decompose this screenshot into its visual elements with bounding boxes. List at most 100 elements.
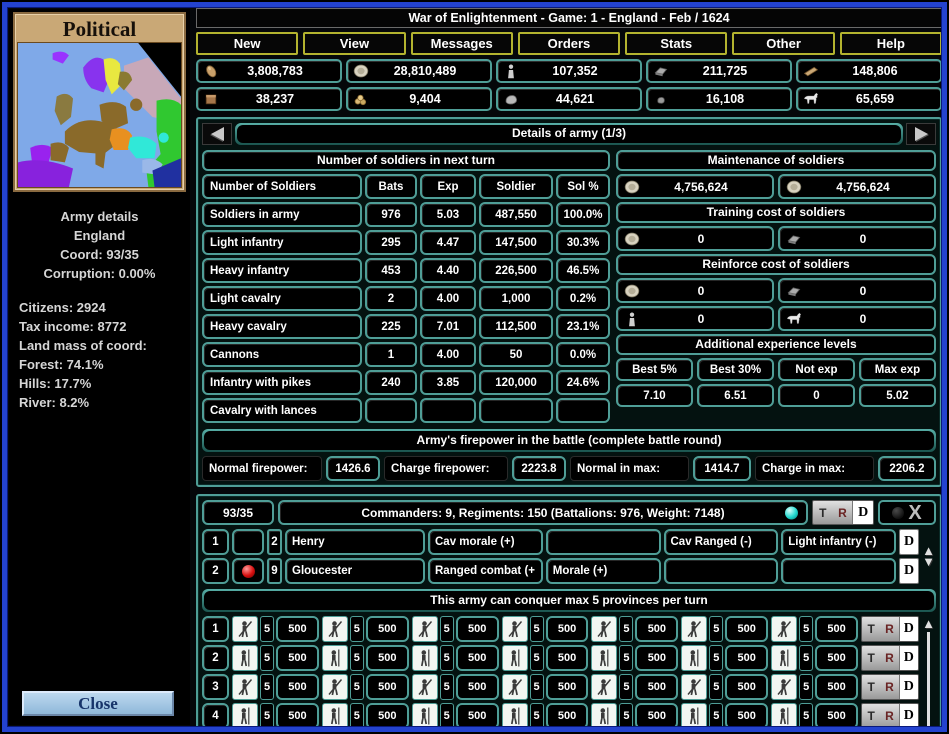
resource-coins: 9,404 xyxy=(346,87,492,111)
scroll-down-icon[interactable]: ▼ xyxy=(922,557,935,567)
scroll-track[interactable] xyxy=(927,632,930,734)
commander-detail-button[interactable]: D xyxy=(899,529,919,555)
charge-firepower-label: Charge firepower: xyxy=(384,456,508,481)
disband-button[interactable]: D xyxy=(899,704,918,728)
commander-row[interactable]: 1 2 Henry Cav morale (+) Cav Ranged (-) … xyxy=(202,529,919,555)
musketeer-icon[interactable] xyxy=(771,674,797,700)
gold-coin-icon xyxy=(618,178,646,196)
close-panel-button[interactable]: X xyxy=(878,500,936,525)
close-button[interactable]: Close xyxy=(22,691,174,716)
musketeer-icon[interactable] xyxy=(681,616,707,642)
musketeer-icon[interactable] xyxy=(591,616,617,642)
regiment-scrollbar[interactable]: ▲▼ xyxy=(921,616,936,734)
pikeman-icon[interactable] xyxy=(591,703,617,729)
commander-marker-cell[interactable] xyxy=(232,558,264,584)
regiment-slot: 5500 xyxy=(591,674,678,700)
commander-modifier xyxy=(781,558,896,584)
regiment-slot: 5500 xyxy=(502,703,589,729)
menu-stats-button[interactable]: Stats xyxy=(625,32,727,55)
reinforce-button[interactable]: R xyxy=(880,704,898,728)
gold-coin-icon xyxy=(348,62,374,80)
musketeer-icon[interactable] xyxy=(591,674,617,700)
menu-other-button[interactable]: Other xyxy=(732,32,834,55)
details-panel: Details of army (1/3) Number of soldiers… xyxy=(196,117,942,487)
normal-in-max-value: 1414.7 xyxy=(693,456,751,481)
pikeman-icon[interactable] xyxy=(232,703,258,729)
commander-detail-button[interactable]: D xyxy=(899,558,919,584)
coord-button[interactable]: 93/35 xyxy=(202,500,274,525)
reinforce-button[interactable]: R xyxy=(880,617,898,641)
regiment-slot: 5500 xyxy=(681,674,768,700)
musketeer-icon[interactable] xyxy=(412,674,438,700)
pikeman-icon[interactable] xyxy=(322,645,348,671)
musketeer-icon[interactable] xyxy=(771,616,797,642)
exp-value: 7.10 xyxy=(616,384,693,407)
exp-header: Max exp xyxy=(859,358,936,381)
musketeer-icon[interactable] xyxy=(681,674,707,700)
commander-name[interactable]: Gloucester xyxy=(285,558,425,584)
gold-coin-icon xyxy=(780,178,808,196)
reinforce-button[interactable]: R xyxy=(833,501,853,524)
pikeman-icon[interactable] xyxy=(502,645,528,671)
regiment-row-index: 3 xyxy=(202,674,229,700)
train-button[interactable]: T xyxy=(862,704,880,728)
normal-firepower-label: Normal firepower: xyxy=(202,456,322,481)
regiments-list: 1 5500 5500 5500 5500 5500 5500 5500 TRD… xyxy=(202,616,936,734)
regiment-slot: 5500 xyxy=(771,674,858,700)
pikeman-icon[interactable] xyxy=(412,645,438,671)
menu-messages-button[interactable]: Messages xyxy=(411,32,513,55)
commander-row[interactable]: 2 9 Gloucester Ranged combat (+ Morale (… xyxy=(202,558,919,584)
pikeman-icon[interactable] xyxy=(771,703,797,729)
disband-button[interactable]: D xyxy=(899,646,918,670)
menu-view-button[interactable]: View xyxy=(303,32,405,55)
scroll-up-icon[interactable]: ▲ xyxy=(922,616,935,631)
arrow-left-icon xyxy=(211,127,224,141)
trd-button-group: T R D xyxy=(812,500,874,525)
pikeman-icon[interactable] xyxy=(681,703,707,729)
menu-orders-button[interactable]: Orders xyxy=(518,32,620,55)
regiment-slot: 5500 xyxy=(232,703,319,729)
train-button[interactable]: T xyxy=(862,646,880,670)
table-row: Heavy cavalry 225 7.01 112,500 23.1% xyxy=(202,314,610,339)
disband-button[interactable]: D xyxy=(852,501,873,524)
commander-marker-cell[interactable] xyxy=(232,529,264,555)
commander-scroll-control[interactable]: ▲▼ xyxy=(921,529,936,584)
political-map[interactable] xyxy=(17,42,182,188)
pikeman-icon[interactable] xyxy=(771,645,797,671)
musketeer-icon[interactable] xyxy=(502,674,528,700)
train-button[interactable]: T xyxy=(862,675,880,699)
trd-button-group: TRD xyxy=(861,645,919,671)
reinforce-button[interactable]: R xyxy=(880,646,898,670)
regiment-slot: 5500 xyxy=(681,645,768,671)
reinforce-button[interactable]: R xyxy=(880,675,898,699)
next-page-arrow[interactable] xyxy=(906,123,936,145)
train-button[interactable]: T xyxy=(813,501,833,524)
pikeman-icon[interactable] xyxy=(681,645,707,671)
musketeer-icon[interactable] xyxy=(412,616,438,642)
disband-button[interactable]: D xyxy=(899,675,918,699)
exp-header: Best 5% xyxy=(616,358,693,381)
musketeer-icon[interactable] xyxy=(322,674,348,700)
pikeman-icon[interactable] xyxy=(412,703,438,729)
menu-help-button[interactable]: Help xyxy=(840,32,942,55)
musketeer-icon[interactable] xyxy=(232,616,258,642)
commander-name[interactable]: Henry xyxy=(285,529,425,555)
disband-button[interactable]: D xyxy=(899,617,918,641)
menu-new-button[interactable]: New xyxy=(196,32,298,55)
pikeman-icon[interactable] xyxy=(591,645,617,671)
pikeman-icon[interactable] xyxy=(502,703,528,729)
pikeman-icon[interactable] xyxy=(322,703,348,729)
train-button[interactable]: T xyxy=(862,617,880,641)
resource-stone: 44,621 xyxy=(496,87,642,111)
resource-coal: 16,108 xyxy=(646,87,792,111)
river-stat: River: 8.2% xyxy=(19,394,190,413)
musketeer-icon[interactable] xyxy=(502,616,528,642)
resource-bar-1: 3,808,783 28,810,489 107,352 211,725 148… xyxy=(196,59,942,83)
musketeer-icon[interactable] xyxy=(322,616,348,642)
dark-ball-icon xyxy=(892,507,904,519)
arrow-right-icon xyxy=(915,127,928,141)
musketeer-icon[interactable] xyxy=(232,674,258,700)
prev-page-arrow[interactable] xyxy=(202,123,232,145)
pikeman-icon[interactable] xyxy=(232,645,258,671)
resource-wood: 148,806 xyxy=(796,59,942,83)
